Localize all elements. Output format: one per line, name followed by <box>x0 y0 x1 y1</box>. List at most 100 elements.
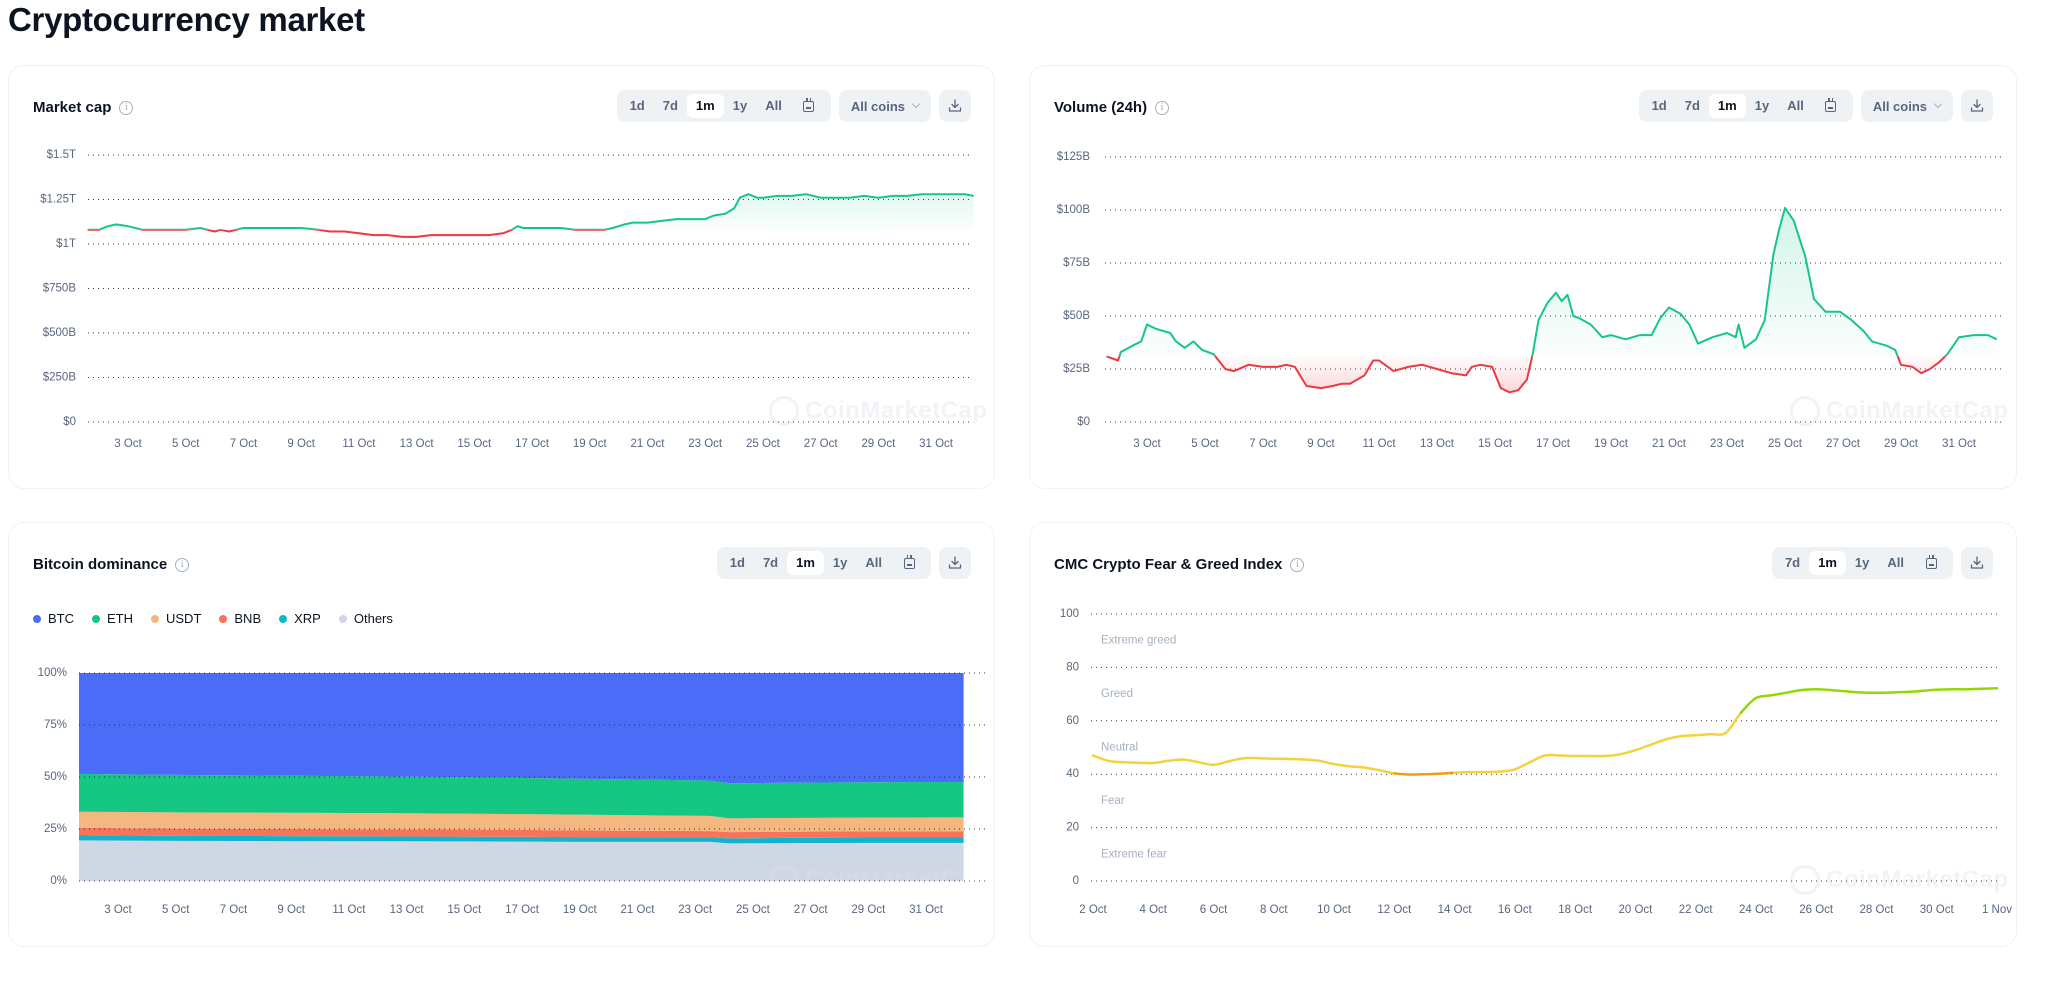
volume-x-tick-label: 3 Oct <box>1133 438 1161 450</box>
fear-greed-line-segment <box>1905 689 1923 694</box>
fear-greed-y-tick-label: 40 <box>1066 768 1079 780</box>
fear-greed-line-segment <box>1604 752 1622 758</box>
fear-greed-line-segment <box>1227 756 1245 763</box>
dominance-y-tick-label: 0% <box>50 875 67 887</box>
watermark-text: CoinMarketCap <box>805 866 988 893</box>
fear-greed-x-tick-label: 2 Oct <box>1079 904 1107 916</box>
volume-x-tick-label: 17 Oct <box>1536 438 1571 450</box>
market-cap-x-tick-label: 17 Oct <box>515 438 550 450</box>
market-cap-y-tick-label: $1T <box>56 238 76 250</box>
volume-y-tick-label: $0 <box>1077 416 1090 428</box>
fear-greed-line-segment <box>1498 768 1517 773</box>
fear-greed-y-tick-label: 60 <box>1066 715 1079 727</box>
fear-greed-card: CMC Crypto Fear & Greed Index i 7d 1m 1y… <box>1029 522 2017 947</box>
fear-greed-line-segment <box>1814 688 1833 692</box>
fear-greed-x-tick-label: 20 Oct <box>1618 904 1653 916</box>
fear-greed-x-tick-label: 24 Oct <box>1739 904 1774 916</box>
fear-greed-y-tick-label: 80 <box>1066 661 1079 673</box>
fear-greed-x-tick-label: 4 Oct <box>1140 904 1168 916</box>
volume-y-tick-label: $75B <box>1063 257 1090 269</box>
watermark-logo-icon <box>769 865 799 895</box>
dominance-x-tick-label: 13 Oct <box>390 904 425 916</box>
dominance-area-btc <box>79 673 964 784</box>
fear-greed-line-segment <box>1091 754 1110 763</box>
market-cap-x-tick-label: 3 Oct <box>114 438 142 450</box>
market-cap-x-tick-label: 27 Oct <box>804 438 839 450</box>
fear-greed-y-tick-label: 20 <box>1066 822 1079 834</box>
fear-greed-y-tick-label: 100 <box>1060 608 1079 620</box>
fear-greed-line-segment <box>1257 756 1276 760</box>
market-cap-x-tick-label: 21 Oct <box>631 438 666 450</box>
volume-x-tick-label: 21 Oct <box>1652 438 1687 450</box>
market-cap-x-tick-label: 29 Oct <box>861 438 896 450</box>
dominance-x-tick-label: 19 Oct <box>563 904 598 916</box>
market-cap-y-tick-label: $250B <box>43 372 77 384</box>
fear-greed-line-segment <box>1423 772 1441 776</box>
market-cap-y-tick-label: $750B <box>43 283 77 295</box>
volume-x-tick-label: 13 Oct <box>1420 438 1455 450</box>
volume-x-tick-label: 27 Oct <box>1826 438 1861 450</box>
volume-x-tick-label: 19 Oct <box>1594 438 1629 450</box>
market-cap-y-tick-label: $1.25T <box>40 194 76 206</box>
fear-greed-line-segment <box>1182 758 1200 764</box>
fear-greed-line-segment <box>1378 768 1396 775</box>
dominance-y-tick-label: 50% <box>44 771 67 783</box>
fear-greed-line-segment <box>1799 688 1818 692</box>
dominance-x-tick-label: 21 Oct <box>621 904 656 916</box>
fear-greed-line-segment <box>1679 733 1697 738</box>
dominance-y-tick-label: 100% <box>38 667 67 679</box>
fear-greed-zone-label: Neutral <box>1101 742 1138 754</box>
fear-greed-line-segment <box>1513 760 1532 771</box>
volume-x-tick-label: 7 Oct <box>1249 438 1277 450</box>
fear-greed-line-segment <box>1845 690 1863 694</box>
dominance-x-tick-label: 29 Oct <box>851 904 886 916</box>
fear-greed-line-segment <box>1634 743 1652 752</box>
fear-greed-line-segment <box>1664 735 1682 741</box>
fear-greed-line-segment <box>1197 760 1215 767</box>
fear-greed-x-tick-label: 30 Oct <box>1920 904 1955 916</box>
fear-greed-line-segment <box>1212 760 1230 767</box>
fear-greed-line-segment <box>1920 688 1938 693</box>
market-cap-x-tick-label: 23 Oct <box>688 438 723 450</box>
volume-x-tick-label: 29 Oct <box>1884 438 1919 450</box>
dominance-x-tick-label: 9 Oct <box>277 904 305 916</box>
market-cap-x-tick-label: 9 Oct <box>287 438 315 450</box>
dominance-y-tick-label: 25% <box>44 823 67 835</box>
fear-greed-zone-label: Extreme greed <box>1101 635 1176 647</box>
fear-greed-line-segment <box>1302 758 1321 763</box>
fear-greed-line-segment <box>1453 770 1471 774</box>
fear-greed-x-tick-label: 22 Oct <box>1679 904 1714 916</box>
fear-greed-line-segment <box>1830 688 1848 693</box>
dominance-x-tick-label: 7 Oct <box>220 904 248 916</box>
fear-greed-zone-label: Extreme fear <box>1101 848 1167 860</box>
market-cap-x-tick-label: 5 Oct <box>172 438 200 450</box>
fear-greed-line-segment <box>1558 754 1577 758</box>
market-cap-x-tick-label: 13 Oct <box>400 438 435 450</box>
volume-x-tick-label: 11 Oct <box>1362 438 1396 450</box>
bitcoin-dominance-card: Bitcoin dominance i 1d 7d 1m 1y All BTC E… <box>8 522 995 947</box>
fear-greed-y-tick-label: 0 <box>1073 875 1079 887</box>
fear-greed-line-segment <box>1287 757 1306 761</box>
fear-greed-x-tick-label: 18 Oct <box>1558 904 1593 916</box>
fear-greed-line-segment <box>1649 738 1667 747</box>
volume-card: Volume (24h) i 1d 7d 1m 1y All All coins… <box>1029 65 2017 489</box>
fear-greed-line-segment <box>1543 753 1562 757</box>
dominance-x-tick-label: 31 Oct <box>909 904 944 916</box>
fear-greed-line-segment <box>1965 687 1984 691</box>
market-cap-x-tick-label: 25 Oct <box>746 438 781 450</box>
volume-x-tick-label: 31 Oct <box>1942 438 1977 450</box>
volume-chart: $0 $25B $50B $75B $100B $125B 3 Oct 5 Oct 7 Oct 9… <box>1057 151 2001 450</box>
fear-greed-x-tick-label: 1 Nov <box>1982 904 2012 916</box>
dominance-x-tick-label: 23 Oct <box>678 904 713 916</box>
fear-greed-line-segment <box>1528 754 1547 764</box>
fear-greed-line-segment <box>1121 760 1140 764</box>
volume-y-tick-label: $100B <box>1057 204 1091 216</box>
fear-greed-zone-label: Fear <box>1101 795 1125 807</box>
volume-x-tick-label: 25 Oct <box>1768 438 1803 450</box>
fear-greed-line-segment <box>1784 688 1803 695</box>
market-cap-x-tick-label: 31 Oct <box>919 438 954 450</box>
fear-greed-chart: 0 20 40 60 80 100 Extreme fear Fear Neutral Greed… <box>1060 608 2012 916</box>
market-cap-y-tick-label: $500B <box>43 327 77 339</box>
dominance-x-tick-label: 27 Oct <box>794 904 829 916</box>
market-cap-chart: $0 $250B $500B $750B $1T $1.25T $1.5T 3 Oct 5 Oc… <box>40 149 974 450</box>
